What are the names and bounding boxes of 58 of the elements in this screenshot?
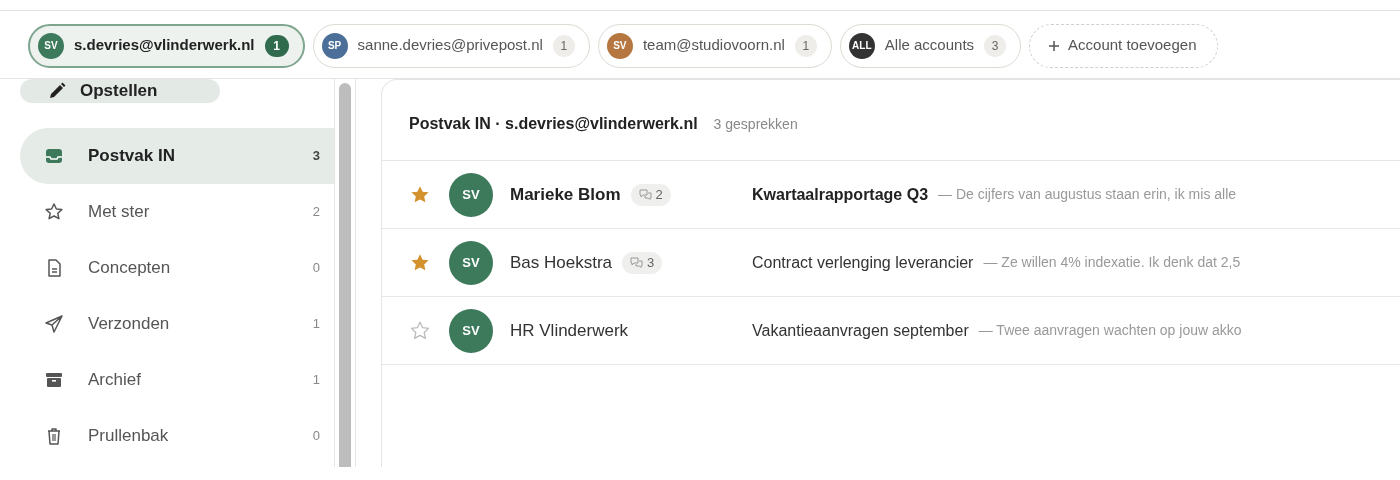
account-tab[interactable]: ALL Alle accounts 3 — [839, 23, 1022, 68]
message-row[interactable]: SV Marieke Blom 2 Kwartaalrapportage Q3 — De cijfers van augustus staan erin, ik mis alle — [382, 161, 1400, 229]
sender-name: Marieke Blom — [510, 183, 621, 206]
message-subject: Contract verlenging leverancier — [752, 252, 974, 273]
star-icon[interactable] — [409, 319, 431, 342]
avatar: ALL — [848, 32, 875, 59]
sender-name: Bas Hoekstra — [510, 251, 613, 274]
list-title: Postvak IN · s.devries@vlinderwerk.nl — [409, 114, 698, 134]
count-badge: 3 — [984, 34, 1007, 57]
message-preview: — De cijfers van augustus staan erin, ik mis alle — [938, 185, 1237, 204]
account-label: s.devries@vlinderwerk.nl — [74, 35, 255, 56]
folder-count: 3 — [312, 147, 320, 166]
count-badge: 1 — [552, 34, 575, 57]
sender-name: HR Vlinderwerk — [510, 319, 629, 342]
thread-count: 3 — [622, 251, 663, 274]
avatar: SV — [606, 32, 633, 59]
message-row[interactable]: SV HR Vlinderwerk Vakantieaanvragen september — Twee aanvragen wachten op jouw akko — [382, 297, 1400, 365]
inbox-icon — [44, 146, 64, 166]
folder-item[interactable]: Prullenbak 0 — [20, 408, 334, 464]
folder-item[interactable]: Verzonden 1 — [20, 296, 334, 352]
folder-count: 1 — [312, 371, 320, 390]
account-label: team@studiovoorn.nl — [642, 35, 785, 56]
compose-button[interactable]: Opstellen — [20, 79, 220, 103]
avatar: SV — [449, 308, 493, 353]
chat-bubbles-icon — [630, 257, 644, 268]
folder-item[interactable]: Met ster 2 — [20, 184, 334, 240]
count-badge: 1 — [794, 34, 817, 57]
account-label: sanne.devries@privepost.nl — [357, 35, 543, 56]
archive-box-icon — [44, 370, 64, 390]
paper-plane-icon — [44, 314, 64, 334]
count-badge: 1 — [264, 34, 289, 57]
account-tab[interactable]: SV s.devries@vlinderwerk.nl 1 — [28, 23, 305, 68]
account-tab[interactable]: SP sanne.devries@privepost.nl 1 — [312, 23, 590, 68]
scrollbar[interactable] — [334, 79, 356, 467]
message-subject: Vakantieaanvragen september — [752, 320, 969, 341]
message-subject: Kwartaalrapportage Q3 — [752, 184, 929, 205]
plus-icon — [1048, 39, 1061, 52]
thread-count: 2 — [630, 183, 671, 206]
account-label: Alle accounts — [884, 35, 975, 56]
avatar: SV — [449, 172, 493, 217]
message-preview: — Ze willen 4% indexatie. Ik denk dat 2,5 — [983, 253, 1241, 272]
avatar: SV — [38, 32, 64, 59]
chat-bubbles-icon — [638, 189, 652, 200]
folder-count: 1 — [312, 315, 320, 334]
folder-item[interactable]: Archief 1 — [20, 352, 334, 408]
folder-count: 0 — [312, 259, 320, 278]
account-tab[interactable]: SV team@studiovoorn.nl 1 — [597, 23, 832, 68]
message-row[interactable]: SV Bas Hoekstra 3 Contract verlenging leverancier — Ze willen 4% indexatie. Ik denk dat 2,5 — [382, 229, 1400, 297]
folder-item[interactable]: Concepten 0 — [20, 240, 334, 296]
folder-count: 0 — [312, 427, 320, 446]
star-icon — [44, 202, 64, 222]
pencil-icon — [48, 82, 66, 100]
folder-item[interactable]: Postvak IN 3 — [20, 128, 334, 184]
conversation-count: 3 gesprekken — [713, 115, 798, 134]
avatar: SP — [321, 32, 348, 59]
message-preview: — Twee aanvragen wachten op jouw akko — [978, 321, 1242, 340]
avatar: SV — [449, 240, 493, 285]
folder-count: 2 — [312, 203, 320, 222]
